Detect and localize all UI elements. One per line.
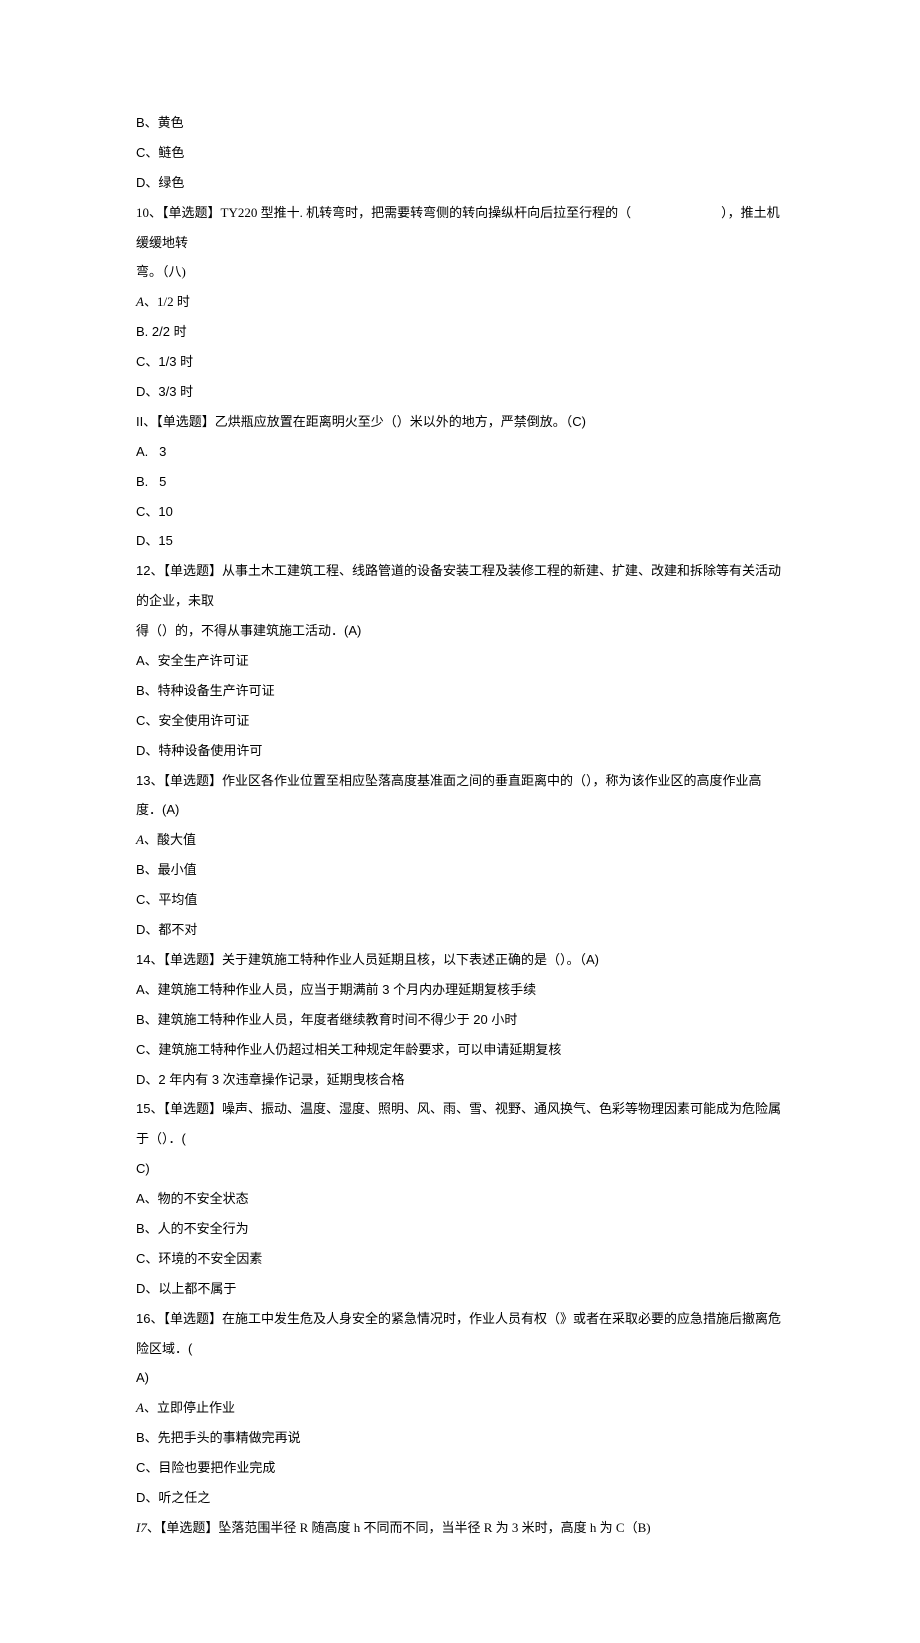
text-line: A. 3 [136,437,784,467]
text-line: B、特种设备生产许可证 [136,676,784,706]
text-line: C、平均值 [136,885,784,915]
text-line: D、2 年内有 3 次违章操作记录，延期曳核合格 [136,1065,784,1095]
text-line: B. 5 [136,467,784,497]
text-line: D、特种设备使用许可 [136,736,784,766]
text-line: 12、【单选题】从事土木工建筑工程、线路管道的设备安装工程及装修工程的新建、扩建… [136,556,784,616]
text-line: B、先把手头的事精做完再说 [136,1423,784,1453]
text-line: A、1/2 时 [136,287,784,317]
text-line: C、建筑施工特种作业人仍超过相关工种规定年龄要求，可以申请延期复核 [136,1035,784,1065]
text-line: D、3/3 时 [136,377,784,407]
text-line: 13、【单选题】作业区各作业位置至相应坠落高度基准面之间的垂直距离中的（），称为… [136,766,784,796]
text-line: B、最小值 [136,855,784,885]
text-line: C、10 [136,497,784,527]
text-line: 14、【单选题】关于建筑施工特种作业人员延期且核，以下表述正确的是（）。（A) [136,945,784,975]
text-line: C) [136,1154,784,1184]
text-line: B、黄色 [136,108,784,138]
text-line: D、绿色 [136,168,784,198]
text-line: B、建筑施工特种作业人员，年度者继续教育时间不得少于 20 小时 [136,1005,784,1035]
text-line: 得（）的，不得从事建筑施工活动．(A) [136,616,784,646]
text-line: D、听之任之 [136,1483,784,1513]
text-line: A、安全生产许可证 [136,646,784,676]
text-line: II、【单选题】乙烘瓶应放置在距离明火至少（）米以外的地方，严禁倒放。（C) [136,407,784,437]
text-line: C、环境的不安全因素 [136,1244,784,1274]
text-line: 度．(A) [136,795,784,825]
text-segment: 10、【单选题】TY220 型推十. 机转弯时，把需要转弯侧的转向操纵杆向后拉至… [136,205,631,220]
text-line: A) [136,1363,784,1393]
text-line: C、安全使用许可证 [136,706,784,736]
text-line: 弯。（八) [136,257,784,287]
text-line: 10、【单选题】TY220 型推十. 机转弯时，把需要转弯侧的转向操纵杆向后拉至… [136,198,784,258]
document-page: B、黄色C、鲢色D、绿色 10、【单选题】TY220 型推十. 机转弯时，把需要转… [0,0,920,1643]
text-line: 16、【单选题】在施工中发生危及人身安全的紧急情况时，作业人员有权（》或者在采取… [136,1304,784,1364]
text-line: 15、【单选题】噪声、振动、温度、湿度、照明、风、雨、雪、视野、通风换气、色彩等… [136,1094,784,1154]
text-line: I7、【单选题】坠落范围半径 R 随高度 h 不同而不同，当半径 R 为 3 米… [136,1513,784,1543]
text-line: A、建筑施工特种作业人员，应当于期满前 3 个月内办理延期复核手续 [136,975,784,1005]
text-line: A、酸大值 [136,825,784,855]
text-line: C、目险也要把作业完成 [136,1453,784,1483]
text-line: A、物的不安全状态 [136,1184,784,1214]
text-line: D、以上都不属于 [136,1274,784,1304]
text-line: D、15 [136,526,784,556]
text-line: A、立即停止作业 [136,1393,784,1423]
text-line: B、人的不安全行为 [136,1214,784,1244]
text-line: C、1/3 时 [136,347,784,377]
text-line: B. 2/2 时 [136,317,784,347]
text-line: C、鲢色 [136,138,784,168]
text-line: D、都不对 [136,915,784,945]
document-content: B、黄色C、鲢色D、绿色 10、【单选题】TY220 型推十. 机转弯时，把需要转… [136,108,784,1543]
